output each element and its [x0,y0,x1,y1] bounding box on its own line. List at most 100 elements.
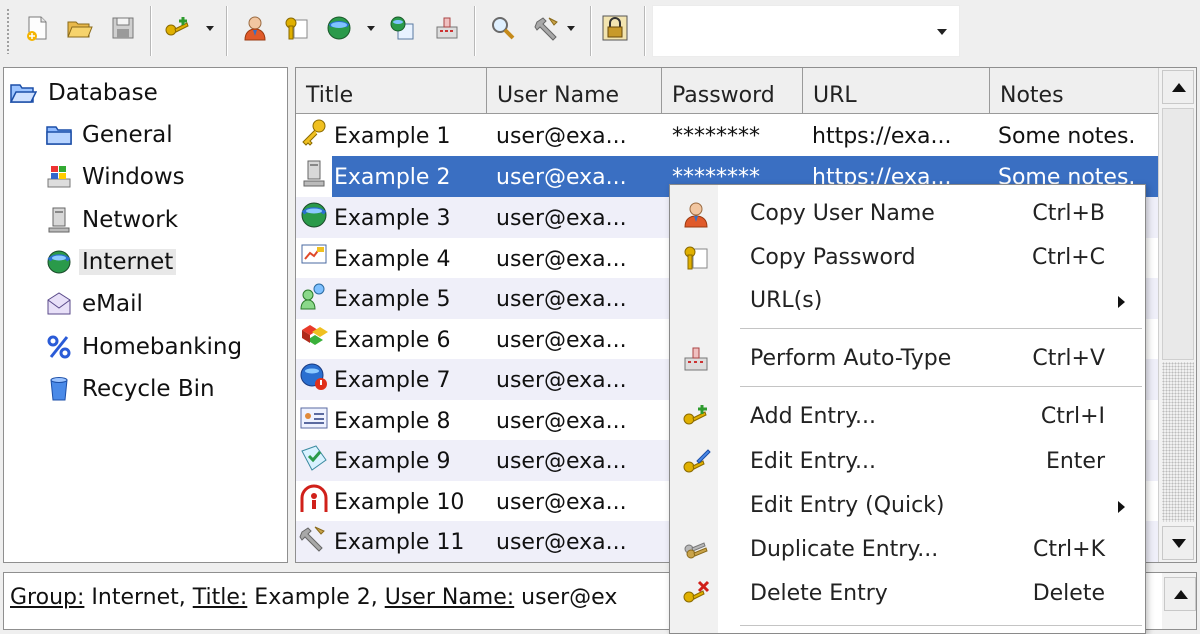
column-header-user-name[interactable]: User Name [487,68,662,114]
find-icon [492,17,515,40]
tools-dropdown-arrow[interactable] [567,26,575,31]
cell-title: Example 10 [334,489,465,515]
details-summary: Group: Internet, Title: Example 2, User … [10,585,617,610]
menu-item-perform-auto-type[interactable]: Perform Auto-Type Ctrl+V [670,338,1147,380]
cell-user-name: user@exa... [496,530,627,555]
auto-type-button[interactable] [430,11,464,45]
users-icon [299,281,329,311]
details-scroll-up-button[interactable] [1164,577,1196,611]
percent-icon [44,332,74,362]
tools-icon [299,524,329,554]
menu-item-shortcut: Ctrl+B [1032,201,1105,226]
table-row[interactable]: Example 1 user@exa... ******** https://e… [296,115,1158,156]
duplicate-entry-icon [681,535,711,565]
menu-item-label: Copy User Name [750,201,935,226]
quick-find-combobox[interactable] [652,5,960,57]
menu-item-label: Edit Entry... [750,449,876,474]
cell-user-name: user@exa... [496,489,627,515]
auto-type-icon [681,344,711,374]
scroll-up-button[interactable] [1162,70,1194,104]
submenu-arrow-icon [1118,296,1125,308]
toolbar [0,0,1200,62]
lock-workspace-button[interactable] [598,11,632,45]
tree-item-homebanking[interactable]: Homebanking [44,328,242,366]
quick-find-dropdown-arrow[interactable] [937,29,947,35]
menu-item-edit-entry-quick[interactable]: Edit Entry (Quick) [670,485,1147,527]
scrollbar-track[interactable] [1162,362,1194,522]
open-url-dropdown-arrow[interactable] [367,26,375,31]
details-user-label: User Name: [384,585,515,610]
presentation-icon [299,241,329,271]
tree-item-recycle-bin[interactable]: Recycle Bin [44,370,215,408]
scrollbar-thumb[interactable] [1162,108,1194,360]
tree-item-email[interactable]: eMail [44,285,143,323]
new-database-button[interactable] [20,11,54,45]
details-scrollbar[interactable] [1162,573,1196,629]
menu-item-delete-entry[interactable]: Delete Entry Delete [670,573,1147,615]
cell-title: Example 7 [334,368,451,393]
edit-entry-icon [681,447,711,477]
group-tree[interactable]: Database General Windows Network Interne… [3,67,288,563]
find-button[interactable] [486,11,520,45]
tree-item-network[interactable]: Network [44,201,178,239]
column-header-password[interactable]: Password [662,68,803,114]
cell-title: Example 11 [334,530,465,555]
add-entry-dropdown-arrow[interactable] [206,26,214,31]
add-entry-button[interactable] [160,11,194,45]
tree-item-internet[interactable]: Internet [44,243,177,281]
quick-find-input[interactable] [661,18,921,44]
cell-user-name: user@exa... [496,327,627,353]
menu-item-copy-user-name[interactable]: Copy User Name Ctrl+B [670,193,1147,235]
save-database-button[interactable] [106,11,140,45]
menu-item-duplicate-entry[interactable]: Duplicate Entry... Ctrl+K [670,529,1147,571]
menu-item-shortcut: Delete [1032,581,1105,606]
copy-password-icon [681,243,711,273]
tree-item-windows[interactable]: Windows [44,158,185,196]
entry-list-scrollbar[interactable] [1158,68,1196,562]
column-header-url[interactable]: URL [803,68,990,114]
globe-icon [44,247,74,277]
tree-item-general[interactable]: General [44,116,173,154]
copy-url-button[interactable] [385,11,419,45]
cell-title: Example 4 [334,246,451,272]
computer-icon [299,159,329,189]
copy-password-button[interactable] [280,11,314,45]
copy-username-icon [681,199,711,229]
toolbar-separator [226,6,228,56]
scroll-down-button[interactable] [1162,526,1194,560]
windows-icon [44,162,74,192]
network-icon [44,205,74,235]
add-entry-icon [681,402,711,432]
column-header-notes[interactable]: Notes [990,68,1158,114]
tree-item-label: Database [48,80,158,106]
cell-user-name: user@exa... [496,408,627,434]
arrow-down-icon [1172,539,1186,548]
add-entry-icon [165,17,189,36]
tools-button[interactable] [530,11,564,45]
details-group-label: Group: [10,585,85,610]
menu-item-edit-entry[interactable]: Edit Entry... Enter [670,441,1147,483]
menu-item-add-entry[interactable]: Add Entry... Ctrl+I [670,396,1147,438]
details-title-value: Example 2, [247,585,385,610]
cell-notes: Some notes. [998,124,1136,149]
menu-item-label: Delete Entry [750,581,888,606]
cell-title: Example 6 [334,327,451,353]
copy-username-icon [244,16,266,41]
menu-item-shortcut: Ctrl+I [1040,404,1105,429]
details-user-value: user@ex [514,585,618,610]
toolbar-grip[interactable] [6,8,10,54]
open-database-button[interactable] [62,11,96,45]
menu-item-urls[interactable]: URL(s) [670,280,1147,322]
copy-username-button[interactable] [238,11,272,45]
toolbar-separator [644,6,646,56]
open-url-button[interactable] [322,11,356,45]
cell-title: Example 9 [334,449,451,474]
tree-item-database[interactable]: Database [8,74,158,112]
cell-title: Example 3 [334,206,451,231]
toolbar-separator [474,6,476,56]
menu-item-copy-password[interactable]: Copy Password Ctrl+C [670,237,1147,279]
submenu-arrow-icon [1118,501,1125,513]
column-header-title[interactable]: Title [296,68,487,114]
globe-warning-icon [299,362,329,392]
menu-separator [740,328,1142,330]
